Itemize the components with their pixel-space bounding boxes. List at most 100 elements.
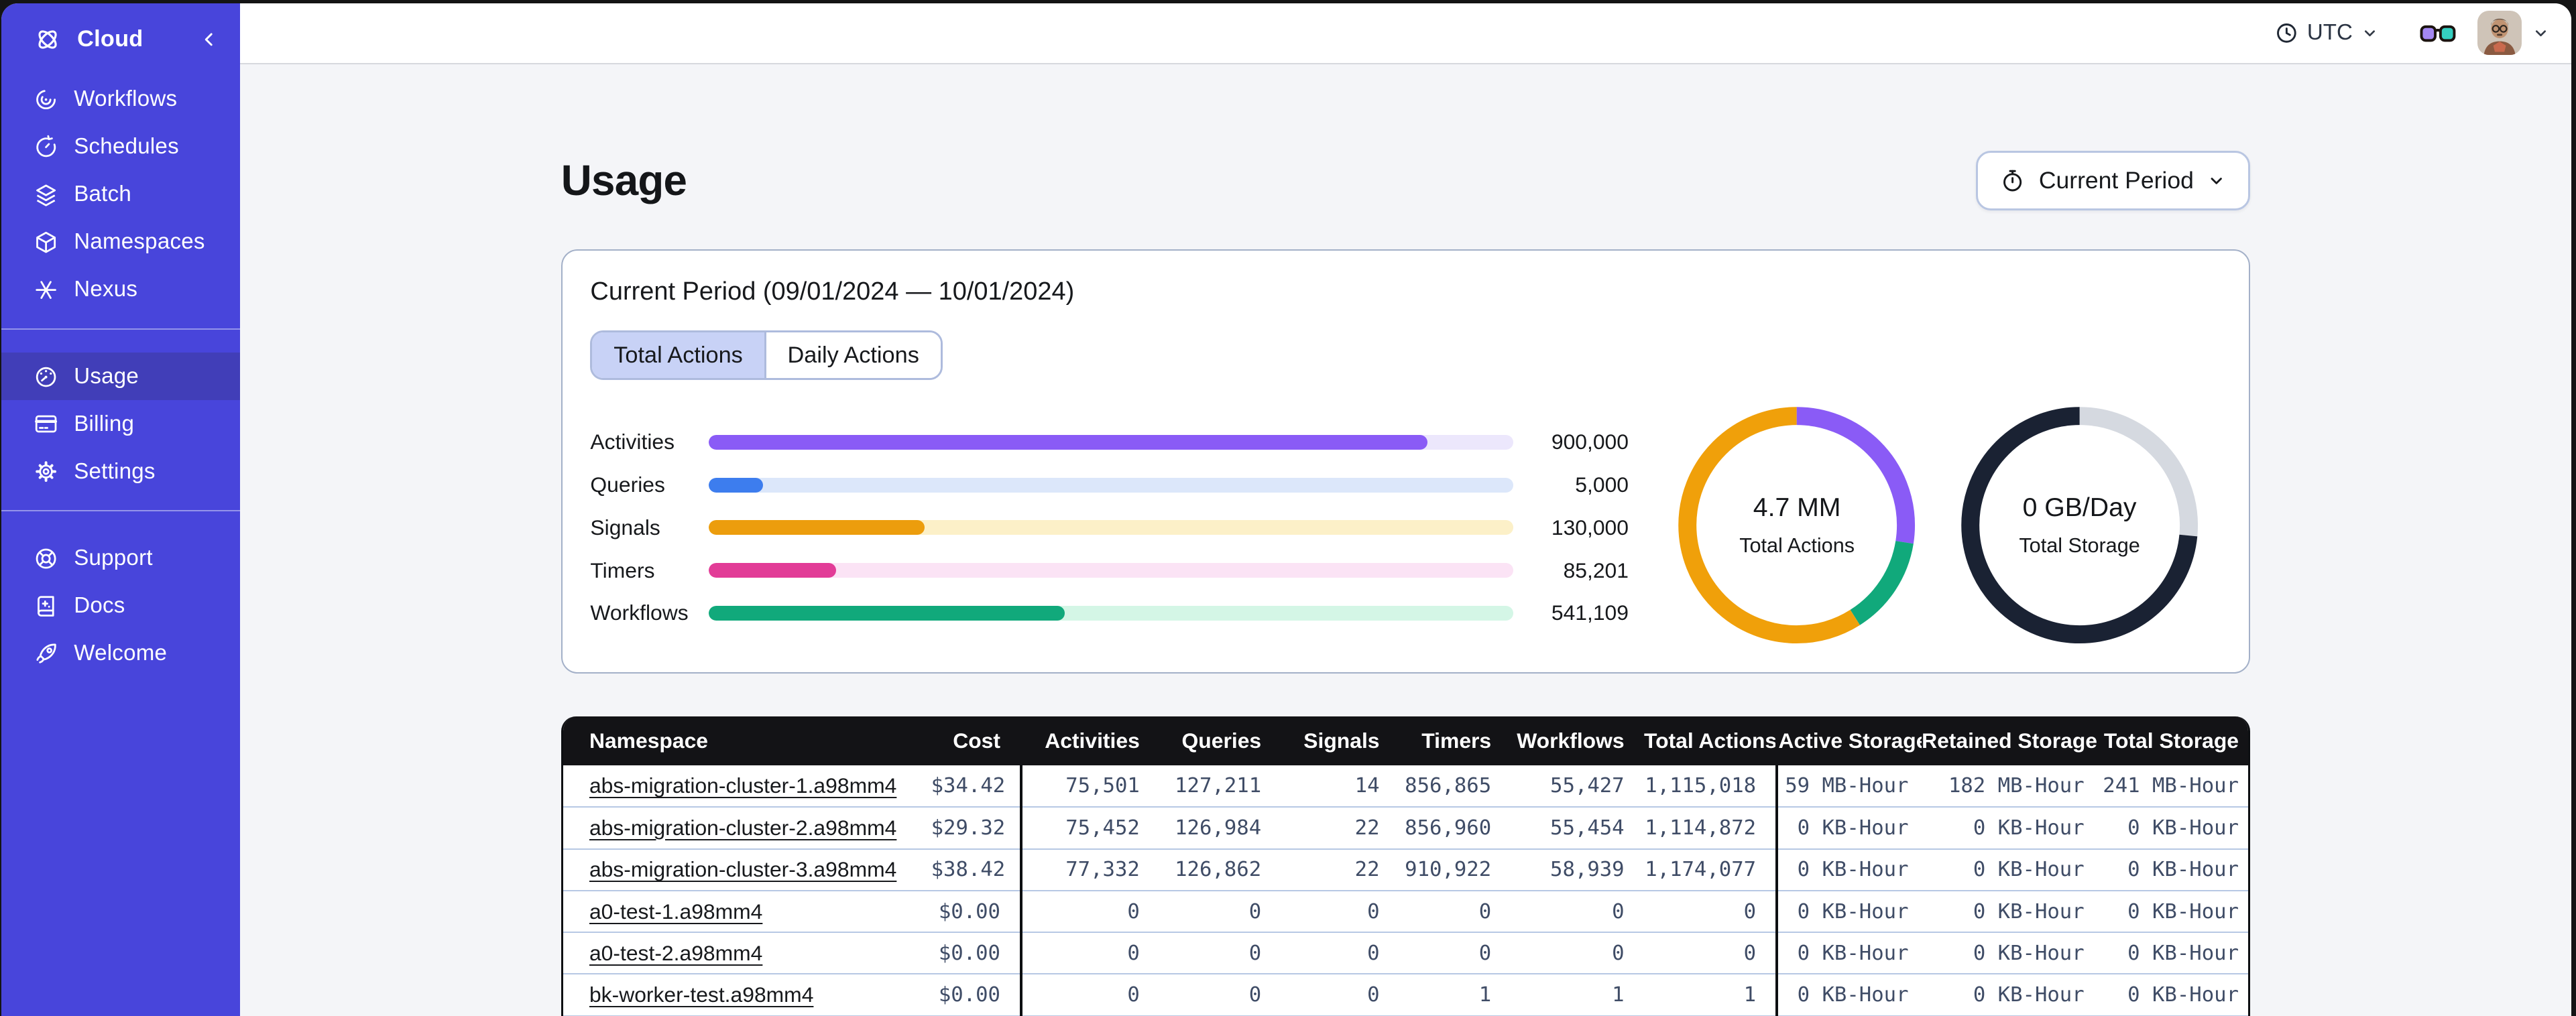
cell-signals: 0 [1281, 974, 1399, 1016]
chevron-down-icon [2361, 24, 2379, 42]
cell-workflows: 55,427 [1511, 765, 1644, 808]
current-period-card: Current Period (09/01/2024 — 10/01/2024)… [561, 249, 2250, 674]
col-header-activities: Activities [1020, 716, 1160, 766]
temporal-logo-icon [33, 25, 62, 54]
cell-active-storage: 0 KB-Hour [1775, 848, 1922, 891]
cell-retained-storage: 0 KB-Hour [1922, 848, 2098, 891]
cell-active-storage: 0 KB-Hour [1775, 974, 1922, 1016]
cell-total-actions: 1,115,018 [1644, 765, 1777, 808]
cell-total-actions: 0 [1644, 890, 1777, 934]
namespace-link[interactable]: bk-worker-test.a98mm4 [589, 982, 813, 1007]
sidebar-group-account: Usage Billing Settings [1, 344, 240, 495]
cell-queries: 0 [1159, 974, 1281, 1016]
stopwatch-icon [1999, 168, 2026, 194]
namespace-link[interactable]: a0-test-1.a98mm4 [589, 899, 762, 924]
sidebar-item-namespaces[interactable]: Namespaces [1, 218, 239, 266]
usage-icon [33, 363, 59, 389]
cell-cost: $29.32 [931, 807, 1022, 850]
bar-label: Workflows [590, 600, 689, 625]
cell-timers: 0 [1399, 932, 1511, 975]
table-row: abs-migration-cluster-3.a98mm4 $38.42 77… [563, 848, 2248, 891]
cell-total-storage: 0 KB-Hour [2097, 848, 2248, 891]
sidebar-item-docs[interactable]: Docs [1, 582, 239, 630]
cell-signals: 22 [1281, 807, 1399, 850]
cell-retained-storage: 182 MB-Hour [1922, 765, 2098, 808]
cell-namespace: a0-test-1.a98mm4 [563, 890, 931, 934]
glasses-button[interactable] [2420, 20, 2456, 46]
period-selector-button[interactable]: Current Period [1976, 151, 2250, 210]
bar-track [708, 605, 1514, 621]
total-actions-label: Total Actions [1739, 533, 1855, 557]
bar-fill [708, 605, 1065, 621]
namespace-link[interactable]: abs-migration-cluster-2.a98mm4 [589, 816, 896, 840]
user-menu-chevron-icon[interactable] [2532, 24, 2550, 42]
cell-retained-storage: 0 KB-Hour [1922, 807, 2098, 850]
sidebar-item-nexus[interactable]: Nexus [1, 266, 239, 314]
cell-queries: 0 [1159, 890, 1281, 934]
sidebar-item-batch[interactable]: Batch [1, 171, 239, 218]
namespace-link[interactable]: a0-test-2.a98mm4 [589, 941, 762, 965]
cell-total-actions: 1 [1644, 974, 1777, 1016]
col-header-namespace: Namespace [563, 716, 931, 766]
docs-icon [33, 593, 59, 619]
cell-cost: $0.00 [931, 932, 1022, 975]
app-window: Cloud Workflows Schedules Batch Namespac… [1, 3, 2571, 1016]
sidebar-brand[interactable]: Cloud [1, 3, 239, 76]
tab-total-actions[interactable]: Total Actions [592, 332, 764, 378]
card-title: Current Period (09/01/2024 — 10/01/2024) [590, 277, 1075, 306]
sidebar-item-welcome[interactable]: Welcome [1, 630, 239, 678]
sidebar-item-usage[interactable]: Usage [1, 353, 240, 401]
col-header-timers: Timers [1399, 716, 1511, 766]
namespace-link[interactable]: abs-migration-cluster-1.a98mm4 [589, 773, 896, 798]
sidebar-item-label: Batch [74, 182, 132, 207]
collapse-sidebar-icon[interactable] [198, 29, 220, 50]
sidebar-item-label: Usage [74, 363, 139, 389]
bar-value: 5,000 [1575, 472, 1629, 497]
sidebar-item-label: Namespaces [74, 229, 205, 255]
bar-fill [708, 477, 764, 493]
cell-retained-storage: 0 KB-Hour [1922, 974, 2098, 1016]
col-header-retained-storage: Retained Storage [1922, 716, 2098, 766]
cell-total-actions: 0 [1644, 932, 1777, 975]
sidebar-item-settings[interactable]: Settings [1, 448, 239, 495]
user-avatar[interactable] [2477, 11, 2522, 56]
sidebar-item-label: Schedules [74, 134, 179, 160]
cell-signals: 0 [1281, 890, 1399, 934]
sidebar-item-billing[interactable]: Billing [1, 400, 239, 448]
glasses-icon [2420, 20, 2456, 46]
cell-total-actions: 1,174,077 [1644, 848, 1777, 891]
timezone-selector[interactable]: UTC [2274, 20, 2379, 46]
actions-tab-group: Total Actions Daily Actions [590, 330, 943, 380]
bar-label: Queries [590, 472, 665, 497]
sidebar-item-schedules[interactable]: Schedules [1, 123, 239, 171]
settings-icon [33, 458, 59, 485]
cell-active-storage: 0 KB-Hour [1775, 890, 1922, 934]
namespaces-icon [33, 229, 59, 255]
sidebar-item-label: Settings [74, 458, 156, 484]
sidebar-item-workflows[interactable]: Workflows [1, 76, 239, 123]
table-row: bk-worker-test.a98mm4 $0.00 0 0 0 1 1 1 … [563, 974, 2248, 1016]
cell-active-storage: 59 MB-Hour [1775, 765, 1922, 808]
schedules-icon [33, 134, 59, 160]
cell-active-storage: 0 KB-Hour [1775, 932, 1922, 975]
col-header-total-actions: Total Actions [1644, 716, 1777, 766]
col-header-total-storage: Total Storage [2097, 716, 2248, 766]
timezone-label: UTC [2306, 20, 2353, 46]
namespace-usage-table: Namespace Cost Activities Queries Signal… [561, 716, 2250, 1016]
sidebar-item-support[interactable]: Support [1, 535, 239, 582]
cell-activities: 0 [1020, 890, 1160, 934]
col-header-queries: Queries [1159, 716, 1281, 766]
cell-queries: 0 [1159, 932, 1281, 975]
batch-icon [33, 182, 59, 208]
cell-queries: 126,984 [1159, 807, 1281, 850]
cell-total-storage: 0 KB-Hour [2097, 890, 2248, 934]
cell-workflows: 55,454 [1511, 807, 1644, 850]
tab-daily-actions[interactable]: Daily Actions [764, 332, 941, 378]
billing-icon [33, 411, 59, 437]
cell-workflows: 1 [1511, 974, 1644, 1016]
cell-total-storage: 0 KB-Hour [2097, 974, 2248, 1016]
table-row: a0-test-1.a98mm4 $0.00 0 0 0 0 0 0 0 KB-… [563, 890, 2248, 934]
namespace-link[interactable]: abs-migration-cluster-3.a98mm4 [589, 857, 896, 881]
cell-activities: 0 [1020, 974, 1160, 1016]
page-content: Usage Current Period Current Period (09/… [240, 64, 2571, 1016]
